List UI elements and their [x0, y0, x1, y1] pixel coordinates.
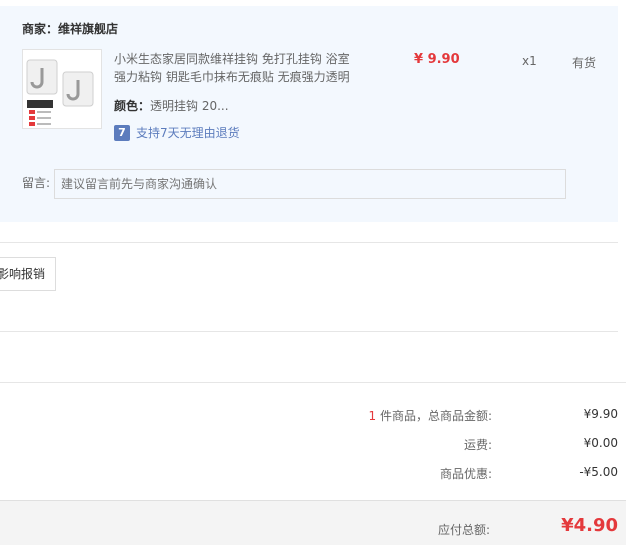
product-thumbnail[interactable] [22, 49, 102, 129]
return-policy-text[interactable]: 支持7天无理由退货 [136, 124, 240, 141]
product-title-line1[interactable]: 小米生态家居同款维祥挂钩 免打孔挂钩 浴室 [114, 50, 364, 68]
product-attribute: 颜色：透明挂钩 20... [114, 97, 229, 114]
discount-label: 商品优惠: [439, 467, 492, 481]
attr-label: 颜色： [114, 99, 151, 113]
divider [0, 242, 618, 243]
memo-label: 留言: [22, 176, 51, 190]
shop-name[interactable]: 商家：维祥旗舰店 [22, 20, 118, 37]
seven-day-return-icon: 7 [114, 124, 130, 141]
attr-value: 透明挂钩 20... [150, 99, 229, 113]
item-count: 1 [368, 409, 377, 423]
stock-status: 有货 [572, 56, 597, 70]
total-value: ¥4.90 [561, 515, 618, 536]
divider [0, 382, 626, 383]
return-policy[interactable]: 7 支持7天无理由退货 [114, 124, 240, 141]
shipping-value: ¥0.00 [583, 436, 618, 450]
items-label: 件商品，总商品金额: [376, 409, 492, 423]
total-label: 应付总额: [437, 523, 490, 537]
memo-input[interactable] [54, 169, 566, 199]
product-title[interactable]: 小米生态家居同款维祥挂钩 免打孔挂钩 浴室 强力粘钩 钥匙毛巾抹布无痕贴 无痕强… [114, 50, 364, 86]
product-quantity: x1 [522, 54, 537, 68]
items-total-label: 1 件商品，总商品金额: [369, 407, 493, 424]
product-price: ¥ 9.90 [414, 52, 460, 67]
hook-product-icon [26, 59, 94, 126]
divider [0, 331, 618, 332]
product-title-line2[interactable]: 强力粘钩 钥匙毛巾抹布无痕贴 无痕强力透明 [114, 68, 364, 86]
shipping-label: 运费: [463, 438, 492, 452]
items-total-value: ¥9.90 [583, 407, 618, 421]
total-bar: 应付总额: ¥4.90 [0, 500, 626, 545]
discount-value: -¥5.00 [579, 465, 618, 479]
shop-panel: 商家：维祥旗舰店 小米生态家居同款维祥挂钩 免打孔挂钩 浴室 强力粘钩 钥匙毛巾… [0, 6, 618, 222]
invoice-option-button[interactable]: 影响报销 [0, 257, 56, 291]
